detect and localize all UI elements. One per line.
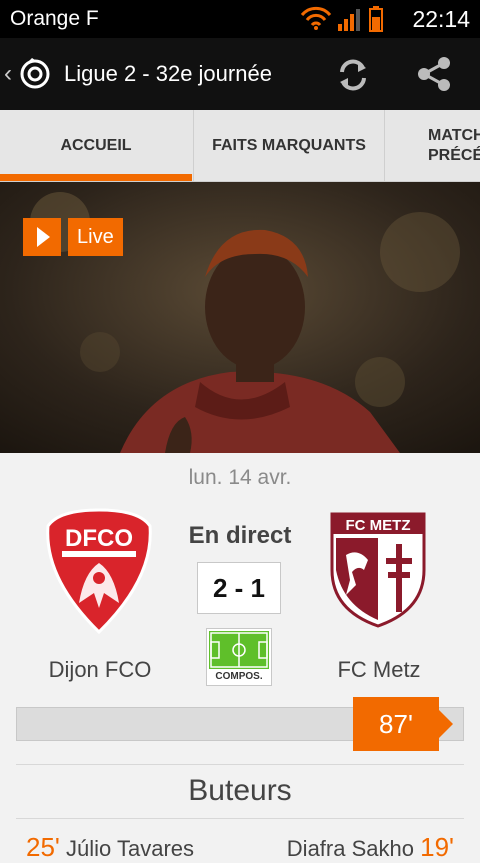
dijon-crest-icon[interactable]: DFCO bbox=[44, 508, 154, 634]
match-date: lun. 14 avr. bbox=[188, 466, 292, 489]
tab-matchs-precedents[interactable]: MATCHS PRÉCÉDENTS bbox=[386, 110, 480, 181]
play-icon bbox=[37, 227, 50, 247]
home-team-name: Dijon FCO bbox=[48, 657, 152, 682]
tab-bar: ACCUEIL FAITS MARQUANTS MATCHS PRÉCÉDENT… bbox=[0, 110, 480, 182]
share-icon[interactable] bbox=[414, 54, 454, 94]
clock: 22:14 bbox=[412, 6, 470, 32]
score: 2 - 1 bbox=[197, 562, 281, 614]
divider bbox=[16, 818, 464, 819]
minute-badge-arrow bbox=[439, 710, 453, 738]
metz-crest-icon[interactable]: FC METZ bbox=[328, 510, 428, 628]
svg-text:FC METZ: FC METZ bbox=[346, 517, 411, 534]
pitch-icon bbox=[209, 631, 269, 669]
refresh-icon[interactable] bbox=[334, 56, 372, 94]
home-scorer-name: Júlio Tavares bbox=[66, 836, 195, 861]
active-tab-indicator bbox=[0, 174, 192, 181]
live-label[interactable]: Live bbox=[68, 218, 123, 256]
ligue-logo-icon[interactable] bbox=[18, 56, 52, 92]
tab-faits-marquants[interactable]: FAITS MARQUANTS bbox=[193, 110, 385, 181]
action-bar: ‹ Ligue 2 - 32e journée bbox=[0, 38, 480, 110]
svg-text:DFCO: DFCO bbox=[65, 525, 133, 552]
status-bar: Orange F 22:14 bbox=[0, 0, 480, 38]
page-title: Ligue 2 - 32e journée bbox=[64, 61, 272, 86]
compos-button[interactable]: COMPOS. bbox=[206, 628, 272, 686]
carrier-name: Orange F bbox=[10, 7, 99, 30]
away-scorer: Diafra Sakho 19' bbox=[287, 832, 454, 863]
match-status: En direct bbox=[188, 522, 292, 549]
wifi-icon bbox=[300, 6, 332, 30]
home-scorer-minute: 25' bbox=[26, 832, 60, 862]
away-team-name: FC Metz bbox=[337, 657, 421, 682]
away-scorer-name: Diafra Sakho bbox=[286, 836, 414, 861]
minute-badge: 87' bbox=[353, 697, 439, 751]
battery-icon bbox=[369, 6, 383, 32]
away-scorer-minute: 19' bbox=[420, 832, 454, 862]
status-icons bbox=[300, 6, 383, 32]
signal-icon bbox=[338, 9, 360, 31]
back-chevron-icon[interactable]: ‹ bbox=[4, 60, 12, 88]
tab-accueil[interactable]: ACCUEIL bbox=[0, 110, 192, 181]
compos-label: COMPOS. bbox=[215, 671, 263, 682]
play-button[interactable] bbox=[23, 218, 61, 256]
divider bbox=[16, 764, 464, 765]
home-scorer: 25' Júlio Tavares bbox=[26, 832, 194, 863]
scorers-title: Buteurs bbox=[188, 774, 292, 807]
